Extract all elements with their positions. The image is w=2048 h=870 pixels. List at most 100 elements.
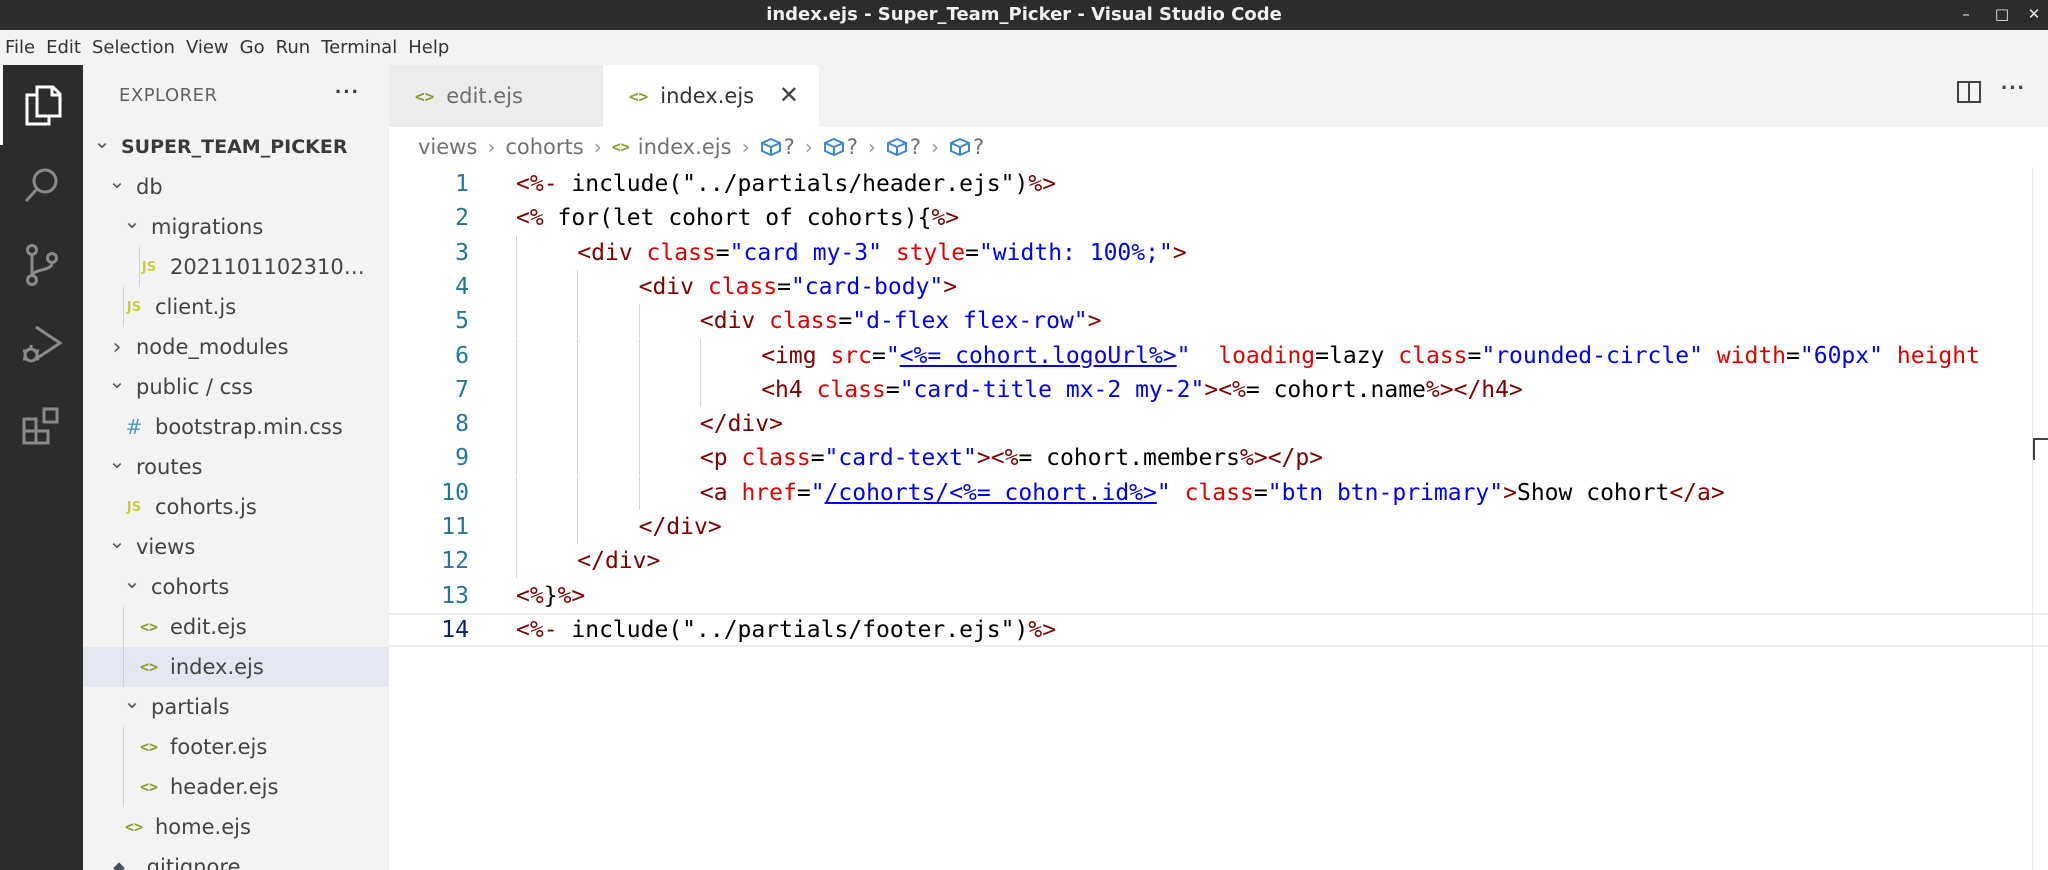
menu-edit[interactable]: Edit — [41, 30, 87, 65]
tree-item[interactable]: <> home.ejs — [83, 807, 389, 847]
code-token: "rounded-circle" — [1481, 342, 1703, 369]
extensions-icon[interactable] — [0, 385, 83, 465]
close-window-button[interactable]: ✕ — [2020, 0, 2048, 30]
indent-guide — [516, 441, 517, 476]
menu-file[interactable]: File — [0, 30, 41, 65]
tree-item-label: bootstrap.min.css — [155, 415, 343, 439]
tree-item[interactable]: <> index.ejs — [83, 647, 389, 687]
tree-item-label: 20211011023105_create_cohorts.js — [170, 255, 375, 279]
tree-item[interactable]: › node_modules — [83, 327, 389, 367]
chevron-down-icon[interactable]: ⌄ — [93, 129, 111, 153]
code-token: height — [1896, 342, 1980, 369]
menu-selection[interactable]: Selection — [87, 30, 181, 65]
tree-item[interactable]: ⌄ public / css — [83, 367, 389, 407]
breadcrumb-views[interactable]: views — [418, 135, 477, 159]
more-actions-icon[interactable]: ··· — [2001, 75, 2026, 101]
chevron-down-icon[interactable]: ⌄ — [123, 209, 141, 233]
code-token: for(let cohort of cohorts){ — [543, 205, 932, 232]
breadcrumb-symbol[interactable]: ? — [886, 135, 921, 159]
indent-guide — [638, 407, 640, 442]
minimize-button[interactable]: – — [1952, 0, 1980, 30]
tree-item[interactable]: ⌄ migrations — [83, 207, 389, 247]
breadcrumb-symbol[interactable]: ? — [760, 135, 795, 159]
code-text: <a href="/cohorts/<%= cohort.id%>" class… — [700, 476, 1725, 510]
scrollbar-marker[interactable] — [2033, 438, 2048, 460]
code-token: = — [1786, 342, 1800, 369]
tree-item-label: index.ejs — [170, 655, 264, 679]
chevron-down-icon[interactable]: ⌄ — [123, 569, 141, 593]
code-line[interactable]: 5 <div class="d-flex flex-row"> — [389, 304, 2048, 339]
breadcrumb-separator: › — [804, 135, 813, 159]
tree-item[interactable]: JS 20211011023105_create_cohorts.js — [83, 247, 389, 287]
indent-guide — [577, 441, 579, 476]
tree-item-label: node_modules — [136, 335, 289, 359]
tree-item[interactable]: JS cohorts.js — [83, 487, 389, 527]
ejs-file-icon: <> — [139, 658, 159, 676]
code-editor[interactable]: 1 <%- include("../partials/header.ejs")%>… — [389, 167, 2048, 870]
chevron-down-icon[interactable]: ⌄ — [108, 369, 126, 393]
source-control-icon[interactable] — [0, 225, 83, 305]
code-token: = — [838, 308, 853, 335]
chevron-down-icon[interactable]: ⌄ — [123, 689, 141, 713]
tree-item[interactable]: ⌄ views — [83, 527, 389, 567]
tree-item[interactable]: ⌄ partials — [83, 687, 389, 727]
code-line[interactable]: 2 <% for(let cohort of cohorts){%> — [389, 201, 2048, 235]
code-line[interactable]: 13 <%}%> — [389, 579, 2048, 613]
tree-item[interactable]: ⌄ SUPER_TEAM_PICKER — [83, 127, 389, 167]
code-token: > — [1172, 239, 1187, 266]
indent-guide — [699, 372, 701, 407]
chevron-down-icon[interactable]: ⌄ — [108, 529, 126, 553]
breadcrumb-file[interactable]: index.ejs — [638, 135, 732, 159]
tree-item[interactable]: ◆ .gitignore — [83, 847, 389, 870]
tab-edit-ejs[interactable]: <> edit.ejs — [389, 65, 603, 127]
indent-guide — [516, 235, 517, 270]
tree-item-label: views — [136, 535, 196, 559]
code-line[interactable]: 4 <div class="card-body"> — [389, 269, 2048, 304]
tab-index-ejs[interactable]: <> index.ejs ✕ — [603, 65, 819, 127]
tree-item[interactable]: JS client.js — [83, 287, 389, 327]
search-icon[interactable] — [0, 145, 83, 225]
tree-item[interactable]: <> edit.ejs — [83, 607, 389, 647]
maximize-button[interactable]: □ — [1988, 0, 2016, 30]
split-editor-icon[interactable] — [1956, 80, 1982, 110]
tree-item[interactable]: ⌄ db — [83, 167, 389, 207]
code-line[interactable]: 1 <%- include("../partials/header.ejs")%> — [389, 167, 2048, 201]
run-debug-icon[interactable] — [0, 305, 83, 385]
code-token: </div> — [699, 411, 783, 438]
explorer-more-actions-button[interactable]: ··· — [335, 79, 360, 105]
code-line[interactable]: 12 </div> — [389, 544, 2048, 579]
breadcrumb-separator: › — [593, 135, 602, 159]
chevron-down-icon[interactable]: ⌄ — [108, 449, 126, 473]
menu-view[interactable]: View — [181, 30, 235, 65]
breadcrumb-symbol[interactable]: ? — [823, 135, 858, 159]
tree-item-label: home.ejs — [155, 815, 251, 839]
code-line[interactable]: 11 </div> — [389, 510, 2048, 544]
code-line[interactable]: 10 <a href="/cohorts/<%= cohort.id%>" cla… — [389, 475, 2048, 510]
breadcrumb-symbol[interactable]: ? — [949, 135, 984, 159]
tree-item[interactable]: # bootstrap.min.css — [83, 407, 389, 447]
breadcrumb-cohorts[interactable]: cohorts — [505, 135, 583, 159]
code-token: </p> — [1267, 445, 1324, 472]
tree-item[interactable]: <> header.ejs — [83, 767, 389, 807]
code-line[interactable]: 8 </div> — [389, 407, 2048, 442]
tree-item[interactable]: ⌄ routes — [83, 447, 389, 487]
menu-run[interactable]: Run — [271, 30, 317, 65]
explorer-icon[interactable] — [0, 65, 83, 145]
tree-item[interactable]: ⌄ cohorts — [83, 567, 389, 607]
code-line[interactable]: 3 <div class="card my-3" style="width: 10… — [389, 235, 2048, 270]
code-line[interactable]: 9 <p class="card-text"><%= cohort.members… — [389, 441, 2048, 476]
code-line[interactable]: 14 <%- include("../partials/footer.ejs")%… — [389, 612, 2048, 647]
tree-item-label: routes — [136, 455, 203, 479]
chevron-down-icon[interactable]: ⌄ — [108, 169, 126, 193]
line-number: 1 — [455, 171, 469, 197]
menu-help[interactable]: Help — [403, 30, 455, 65]
code-line[interactable]: 6 <img src="<%= cohort.logoUrl%>" loading… — [389, 338, 2048, 373]
code-token: "card-text" — [824, 445, 977, 472]
chevron-right-icon[interactable]: › — [108, 335, 126, 360]
code-line[interactable]: 7 <h4 class="card-title mx-2 my-2"><%= co… — [389, 372, 2048, 407]
menu-terminal[interactable]: Terminal — [316, 30, 403, 65]
close-tab-icon[interactable]: ✕ — [779, 81, 799, 109]
tree-item[interactable]: <> footer.ejs — [83, 727, 389, 767]
menu-go[interactable]: Go — [235, 30, 271, 65]
